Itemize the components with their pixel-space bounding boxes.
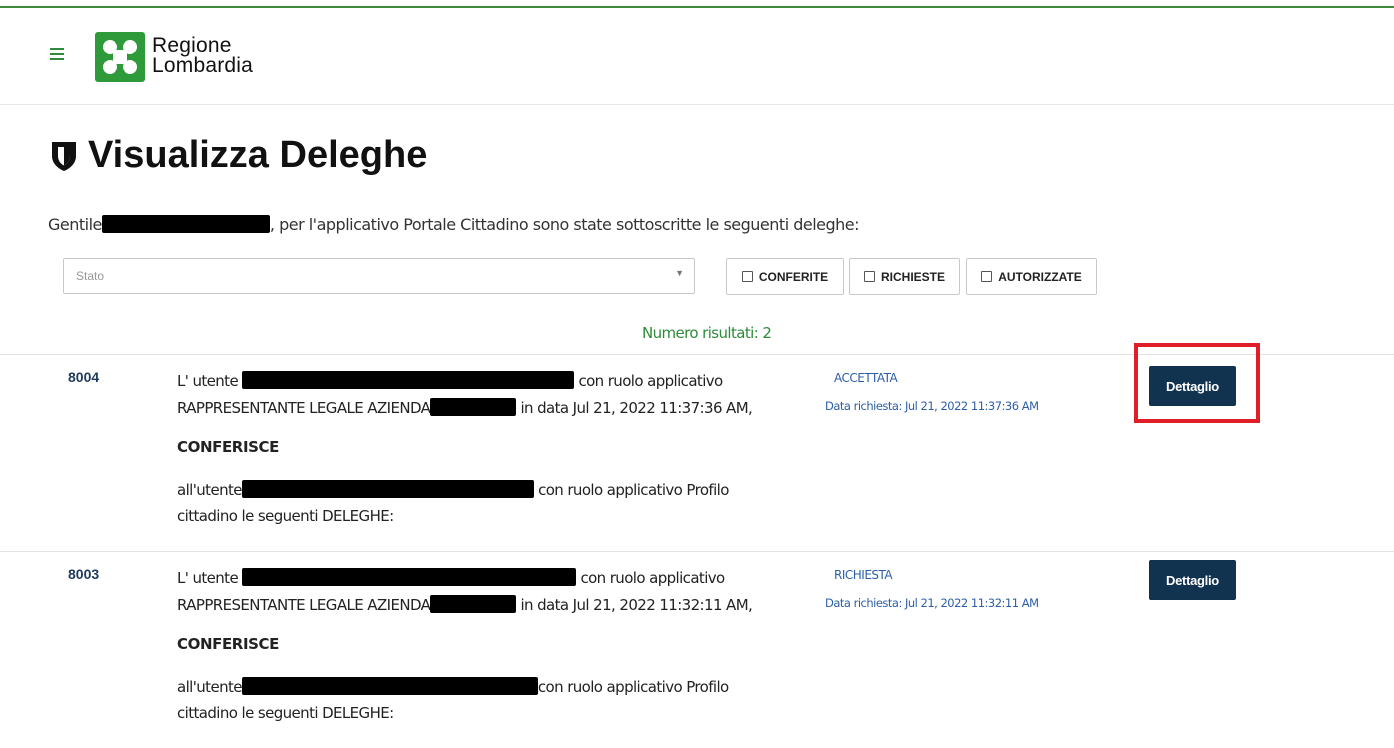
redacted-company <box>430 595 517 613</box>
checkbox-icon[interactable] <box>981 271 993 282</box>
status-badge: ACCETTATA <box>834 371 898 385</box>
delega-line-1: L' utente con ruolo applicativo <box>177 568 725 587</box>
redacted-user <box>241 480 534 498</box>
delega-line-4: all'utente con ruolo applicativo Profilo <box>177 677 729 696</box>
filter-richieste-label: RICHIESTE <box>880 269 945 284</box>
stato-select[interactable]: Stato ▼ <box>63 258 695 294</box>
checkbox-icon[interactable] <box>741 271 753 282</box>
delega-line-2: RAPPRESENTANTE LEGALE AZIENDA in data Ju… <box>177 398 753 417</box>
logo-line-2: Lombardia <box>152 54 254 77</box>
request-date: Data richiesta: Jul 21, 2022 11:37:36 AM <box>825 399 1039 413</box>
redacted-user <box>242 371 575 389</box>
delega-line-5: cittadino le seguenti DELEGHE: <box>177 507 394 525</box>
filter-richieste[interactable]: RICHIESTE <box>849 258 960 295</box>
line1-suffix: con ruolo applicativo <box>578 372 723 390</box>
delega-row: 8003 L' utente con ruolo applicativo RAP… <box>0 552 1394 748</box>
intro-text: Gentile , per l'applicativo Portale Citta… <box>48 215 860 234</box>
intro-suffix: , per l'applicativo Portale Cittadino so… <box>269 215 860 234</box>
line2-prefix: RAPPRESENTANTE LEGALE AZIENDA <box>177 596 431 614</box>
menu-icon[interactable] <box>50 48 64 60</box>
line1-suffix: con ruolo applicativo <box>580 569 725 587</box>
page-title-text: Visualizza Deleghe <box>88 134 428 176</box>
delega-action: CONFERISCE <box>177 635 279 653</box>
dettaglio-button[interactable]: Dettaglio <box>1149 560 1236 600</box>
line2-suffix: in data Jul 21, 2022 11:32:11 AM, <box>520 596 753 614</box>
line4-suffix: con ruolo applicativo Profilo <box>537 678 729 696</box>
delega-line-4: all'utente con ruolo applicativo Profilo <box>177 480 729 499</box>
intro-prefix: Gentile <box>48 215 102 234</box>
filter-conferite[interactable]: CONFERITE <box>726 258 844 295</box>
stato-placeholder: Stato <box>76 269 105 283</box>
regione-lombardia-logo-icon[interactable] <box>95 32 145 82</box>
highlight-box <box>1134 343 1260 423</box>
delega-id: 8004 <box>68 369 100 385</box>
delega-line-2: RAPPRESENTANTE LEGALE AZIENDA in data Ju… <box>177 595 753 614</box>
results-count: Numero risultati: 2 <box>642 324 772 342</box>
redacted-user <box>241 677 538 695</box>
delega-action: CONFERISCE <box>177 438 279 456</box>
delega-id: 8003 <box>68 566 100 582</box>
checkbox-icon[interactable] <box>863 271 875 282</box>
shield-icon <box>52 141 76 171</box>
status-badge: RICHIESTA <box>834 568 893 582</box>
filter-autorizzate-label: AUTORIZZATE <box>998 269 1082 284</box>
line2-prefix: RAPPRESENTANTE LEGALE AZIENDA <box>177 399 431 417</box>
logo-text[interactable]: Regione Lombardia <box>152 34 254 77</box>
redacted-name <box>101 215 270 233</box>
logo-line-1: Regione <box>152 34 232 57</box>
site-header: Regione Lombardia <box>0 8 1394 105</box>
line4-prefix: all'utente <box>177 678 242 696</box>
line1-prefix: L' utente <box>177 569 239 587</box>
page-title: Visualizza Deleghe <box>50 134 427 177</box>
filter-autorizzate[interactable]: AUTORIZZATE <box>966 258 1097 295</box>
line2-suffix: in data Jul 21, 2022 11:37:36 AM, <box>520 399 753 417</box>
request-date: Data richiesta: Jul 21, 2022 11:32:11 AM <box>825 596 1039 610</box>
line4-prefix: all'utente <box>177 481 242 499</box>
delega-line-1: L' utente con ruolo applicativo <box>177 371 723 390</box>
line1-prefix: L' utente <box>177 372 239 390</box>
filter-conferite-label: CONFERITE <box>758 269 829 284</box>
line4-suffix: con ruolo applicativo Profilo <box>538 481 729 499</box>
delega-line-5: cittadino le seguenti DELEGHE: <box>177 704 394 722</box>
chevron-down-icon: ▼ <box>675 268 684 278</box>
redacted-company <box>430 398 517 416</box>
redacted-user <box>242 568 577 586</box>
